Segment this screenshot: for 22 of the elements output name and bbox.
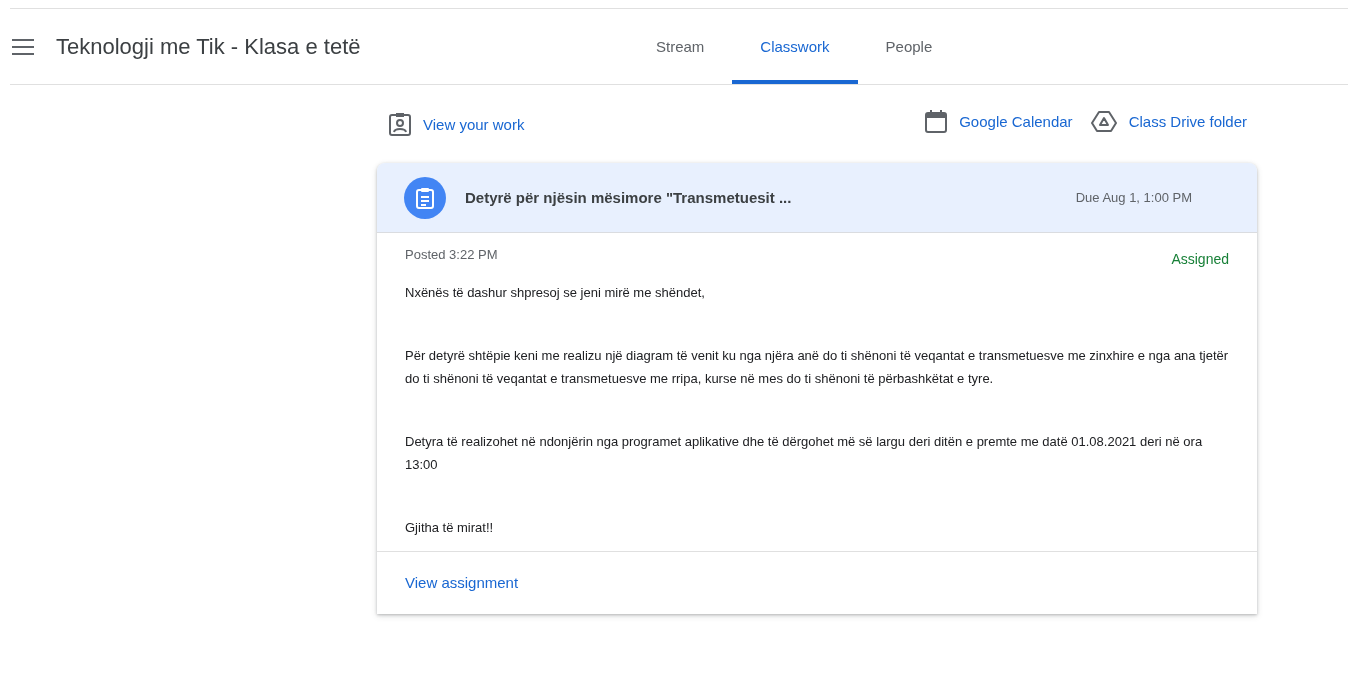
class-title: Teknologji me Tik - Klasa e tetë: [56, 33, 361, 60]
tab[interactable]: Classwork: [732, 9, 858, 84]
paragraph: Gjitha të mirat!!: [405, 519, 495, 537]
due-date: Due Aug 1, 1:00 PM: [1075, 190, 1192, 205]
calendar-icon: [925, 109, 948, 133]
badge-icon: [389, 112, 411, 136]
calendar-link[interactable]: Google Calendar: [959, 112, 1073, 130]
drive-link[interactable]: Class Drive folder: [1128, 112, 1247, 130]
paragraph: Për detyrë shtëpie keni me realizu një diagram të venit ku nga njëra anë do ti shënoni të veqantat e transmetuesve me zinxhire e nga ana tjetër do ti shënoni të veqantat e transmetuesve me rripa, kurse në mes do ti shënoni të përbashkëtat e tyre.: [405, 347, 1229, 388]
tab[interactable]: Stream: [628, 9, 733, 84]
status-label: Assigned: [1171, 251, 1229, 267]
assignment-icon: [404, 176, 446, 219]
view-work-link[interactable]: View your work: [423, 115, 525, 133]
paragraph: Nxënës të dashur shpresoj se jeni mirë me shëndet,: [405, 284, 706, 302]
card-header[interactable]: Detyrë për njësin mësimore "Transmetuesit ... Due Aug 1, 1:00 PM: [377, 163, 1257, 233]
menu-icon[interactable]: [12, 38, 34, 55]
tab[interactable]: People: [857, 9, 961, 84]
view-assignment-link[interactable]: View assignment: [405, 574, 519, 591]
paragraph: Detyra të realizohet në ndonjërin nga programet aplikative dhe të dërgohet më së largu deri ditën e premte me datë 01.08.2021 deri në ora 13:00: [405, 433, 1204, 474]
drive-icon: [1090, 110, 1117, 132]
posted-time: Posted 3:22 PM: [405, 247, 498, 264]
assignment-title: Detyrë për njësin mësimore "Transmetuesit ...: [465, 189, 793, 206]
